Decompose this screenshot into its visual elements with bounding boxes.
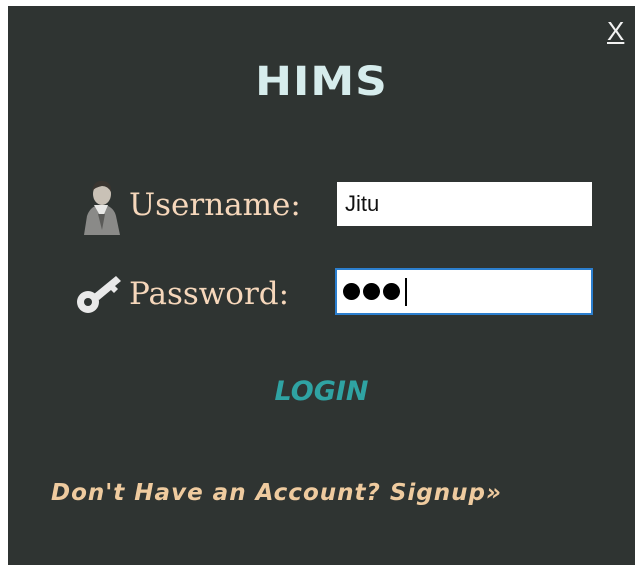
password-dot (343, 283, 360, 300)
signup-link[interactable]: Don't Have an Account? Signup» (51, 480, 502, 506)
password-dot (383, 283, 400, 300)
close-button[interactable]: X (607, 16, 624, 46)
login-window: X HIMS Username: Password: LOGIN Don't H… (8, 6, 635, 565)
password-input[interactable] (335, 268, 593, 315)
app-title: HIMS (255, 58, 388, 105)
key-icon (74, 272, 126, 316)
login-button[interactable]: LOGIN (8, 376, 635, 407)
username-input[interactable] (337, 182, 592, 226)
password-dot (363, 283, 380, 300)
password-label: Password: (129, 276, 290, 312)
username-label: Username: (129, 187, 301, 223)
text-caret (405, 277, 407, 306)
user-icon (78, 174, 124, 236)
